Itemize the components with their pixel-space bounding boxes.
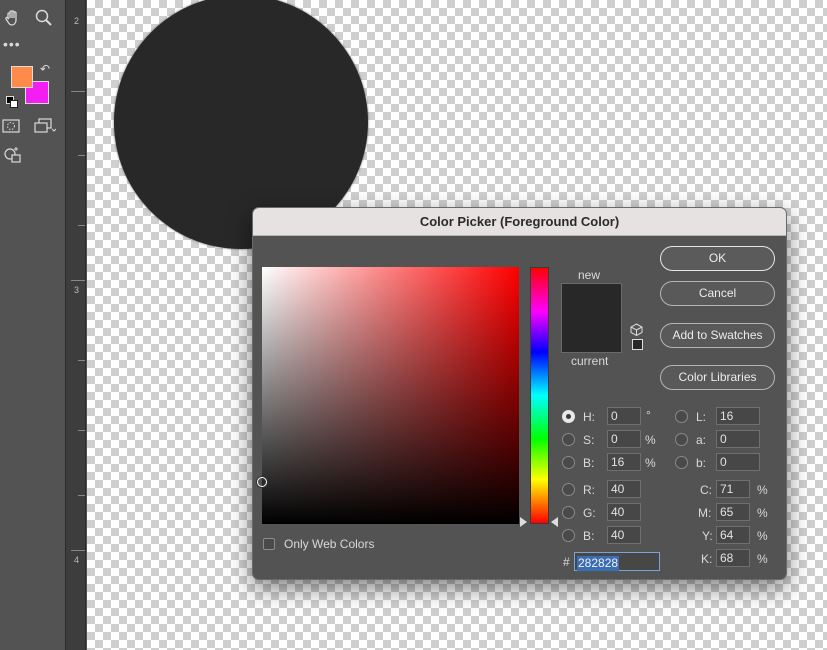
hue-radio[interactable] <box>562 410 575 423</box>
quick-mask-icon[interactable] <box>2 118 20 134</box>
red-label: R: <box>583 483 595 497</box>
saturation-unit: % <box>645 433 656 447</box>
color-field-marker[interactable] <box>257 477 267 487</box>
ruler-tick <box>78 225 85 226</box>
ruler-tick <box>71 91 85 92</box>
blue-label: B: <box>583 529 595 543</box>
lab-a-input[interactable]: 0 <box>716 430 760 448</box>
red-radio[interactable] <box>562 483 575 496</box>
ruler-tick <box>71 280 85 281</box>
tools-panel: ••• ↶ <box>0 0 65 650</box>
ruler-tick <box>78 360 85 361</box>
out-of-gamut-cube-icon[interactable] <box>630 323 643 336</box>
cyan-unit: % <box>757 483 768 497</box>
color-libraries-button[interactable]: Color Libraries <box>660 365 775 390</box>
blue-radio[interactable] <box>562 529 575 542</box>
brightness-label: B: <box>583 456 595 470</box>
new-color-swatch <box>561 283 622 318</box>
green-radio[interactable] <box>562 506 575 519</box>
lab-b-radio[interactable] <box>675 456 688 469</box>
hex-input[interactable]: 282828 <box>574 552 660 571</box>
swap-colors-icon[interactable]: ↶ <box>40 62 50 76</box>
brightness-input[interactable]: 16 <box>607 453 641 471</box>
magenta-label: M: <box>698 506 712 520</box>
screen-mode-icon[interactable] <box>34 117 56 135</box>
brightness-radio[interactable] <box>562 456 575 469</box>
lab-l-label: L: <box>696 410 707 424</box>
hue-slider-right-arrow[interactable] <box>551 517 558 527</box>
more-tools-icon[interactable]: ••• <box>3 36 21 52</box>
hue-slider-left-arrow[interactable] <box>520 517 527 527</box>
lab-l-input[interactable]: 16 <box>716 407 760 425</box>
saturation-radio[interactable] <box>562 433 575 446</box>
yellow-label: Y: <box>702 529 713 543</box>
color-picker-dialog: Color Picker (Foreground Color) new curr… <box>252 207 787 580</box>
color-field[interactable] <box>257 267 519 524</box>
hand-tool-icon[interactable] <box>3 8 23 28</box>
ruler-tick <box>78 430 85 431</box>
lab-a-label: a: <box>696 433 707 447</box>
current-color-label: current <box>571 354 609 368</box>
lab-b-label: b: <box>696 456 707 470</box>
zoom-tool-icon[interactable] <box>34 8 54 28</box>
hex-label: # <box>563 555 570 569</box>
ruler-label-4: 4 <box>74 555 80 565</box>
yellow-unit: % <box>757 529 768 543</box>
ruler-label-2: 2 <box>74 16 80 26</box>
add-to-swatches-button[interactable]: Add to Swatches <box>660 323 775 348</box>
brightness-unit: % <box>645 456 656 470</box>
hue-unit: ° <box>646 408 651 422</box>
cyan-label: C: <box>700 483 712 497</box>
only-web-colors-checkbox[interactable] <box>263 538 275 550</box>
red-input[interactable]: 40 <box>607 480 641 498</box>
ruler-tick <box>78 155 85 156</box>
vertical-ruler: 2 3 4 <box>65 0 86 650</box>
lab-a-radio[interactable] <box>675 433 688 446</box>
ruler-tick <box>78 495 85 496</box>
black-input[interactable]: 68 <box>716 549 750 567</box>
hue-label: H: <box>583 410 595 424</box>
ruler-label-3: 3 <box>74 285 80 295</box>
cancel-button[interactable]: Cancel <box>660 281 775 306</box>
only-web-colors-label: Only Web Colors <box>284 537 375 551</box>
blue-input[interactable]: 40 <box>607 526 641 544</box>
ruler-tick <box>71 550 85 551</box>
green-label: G: <box>583 506 596 520</box>
saturation-label: S: <box>583 433 595 447</box>
foreground-color-swatch[interactable] <box>11 66 33 88</box>
ok-button[interactable]: OK <box>660 246 775 271</box>
hue-input[interactable]: 0 <box>607 407 641 425</box>
green-input[interactable]: 40 <box>607 503 641 521</box>
dialog-title: Color Picker (Foreground Color) <box>253 208 786 236</box>
yellow-input[interactable]: 64 <box>716 526 750 544</box>
magenta-unit: % <box>757 506 768 520</box>
saturation-input[interactable]: 0 <box>607 430 641 448</box>
web-safe-warning-icon[interactable] <box>632 339 643 350</box>
default-colors-icon[interactable] <box>6 96 18 108</box>
hue-slider[interactable] <box>530 267 549 524</box>
hex-value: 282828 <box>577 556 620 571</box>
lab-l-radio[interactable] <box>675 410 688 423</box>
edit-toolbar-icon[interactable] <box>3 146 23 164</box>
magenta-input[interactable]: 65 <box>716 503 750 521</box>
black-unit: % <box>757 552 768 566</box>
lab-b-input[interactable]: 0 <box>716 453 760 471</box>
current-color-swatch[interactable] <box>561 318 622 353</box>
black-label: K: <box>701 552 713 566</box>
new-color-label: new <box>578 268 601 282</box>
cyan-input[interactable]: 71 <box>716 480 750 498</box>
